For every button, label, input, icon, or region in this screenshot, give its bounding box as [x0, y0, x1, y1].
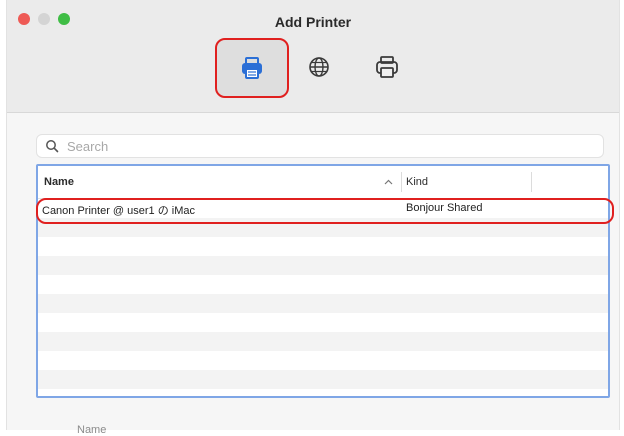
- table-row-empty: [38, 351, 608, 370]
- windows-printer-button[interactable]: [372, 52, 402, 82]
- table-row-empty: [38, 237, 608, 256]
- table-row[interactable]: Canon Printer @ user1 の iMac Bonjour Sha…: [38, 199, 608, 218]
- chevron-up-icon[interactable]: [384, 179, 393, 185]
- table-row-empty: [38, 294, 608, 313]
- printer-icon: [242, 57, 262, 79]
- search-icon: [46, 140, 59, 153]
- add-printer-window: Add Printer Search Name Kind Canon Print…: [6, 0, 620, 436]
- printer-icon: [376, 56, 398, 78]
- ip-printer-button[interactable]: [304, 52, 334, 82]
- printer-kind: Bonjour Shared: [406, 202, 483, 214]
- table-row-empty: [38, 370, 608, 389]
- titlebar: Add Printer: [7, 0, 619, 113]
- printer-name: Canon Printer @ user1 の iMac: [42, 205, 196, 217]
- name-label: Name: [77, 424, 107, 436]
- printer-list[interactable]: Name Kind Canon Printer @ user1 の iMac B…: [36, 164, 610, 398]
- table-row-empty: [38, 218, 608, 237]
- default-printers-button[interactable]: [215, 38, 289, 98]
- window-title: Add Printer: [274, 14, 352, 30]
- table-row-empty: [38, 313, 608, 332]
- table-row-empty: [38, 256, 608, 275]
- search-field[interactable]: [36, 134, 604, 158]
- column-header-kind[interactable]: Kind: [406, 176, 428, 188]
- table-row-empty: [38, 275, 608, 294]
- table-body: Canon Printer @ user1 の iMac Bonjour Sha…: [38, 199, 608, 389]
- globe-icon: [309, 57, 329, 77]
- column-divider[interactable]: [531, 172, 532, 192]
- column-header-name[interactable]: Name: [44, 176, 74, 188]
- column-divider[interactable]: [401, 172, 402, 192]
- search-input[interactable]: [67, 135, 587, 157]
- table-header: Name Kind: [38, 166, 608, 199]
- table-row-empty: [38, 332, 608, 351]
